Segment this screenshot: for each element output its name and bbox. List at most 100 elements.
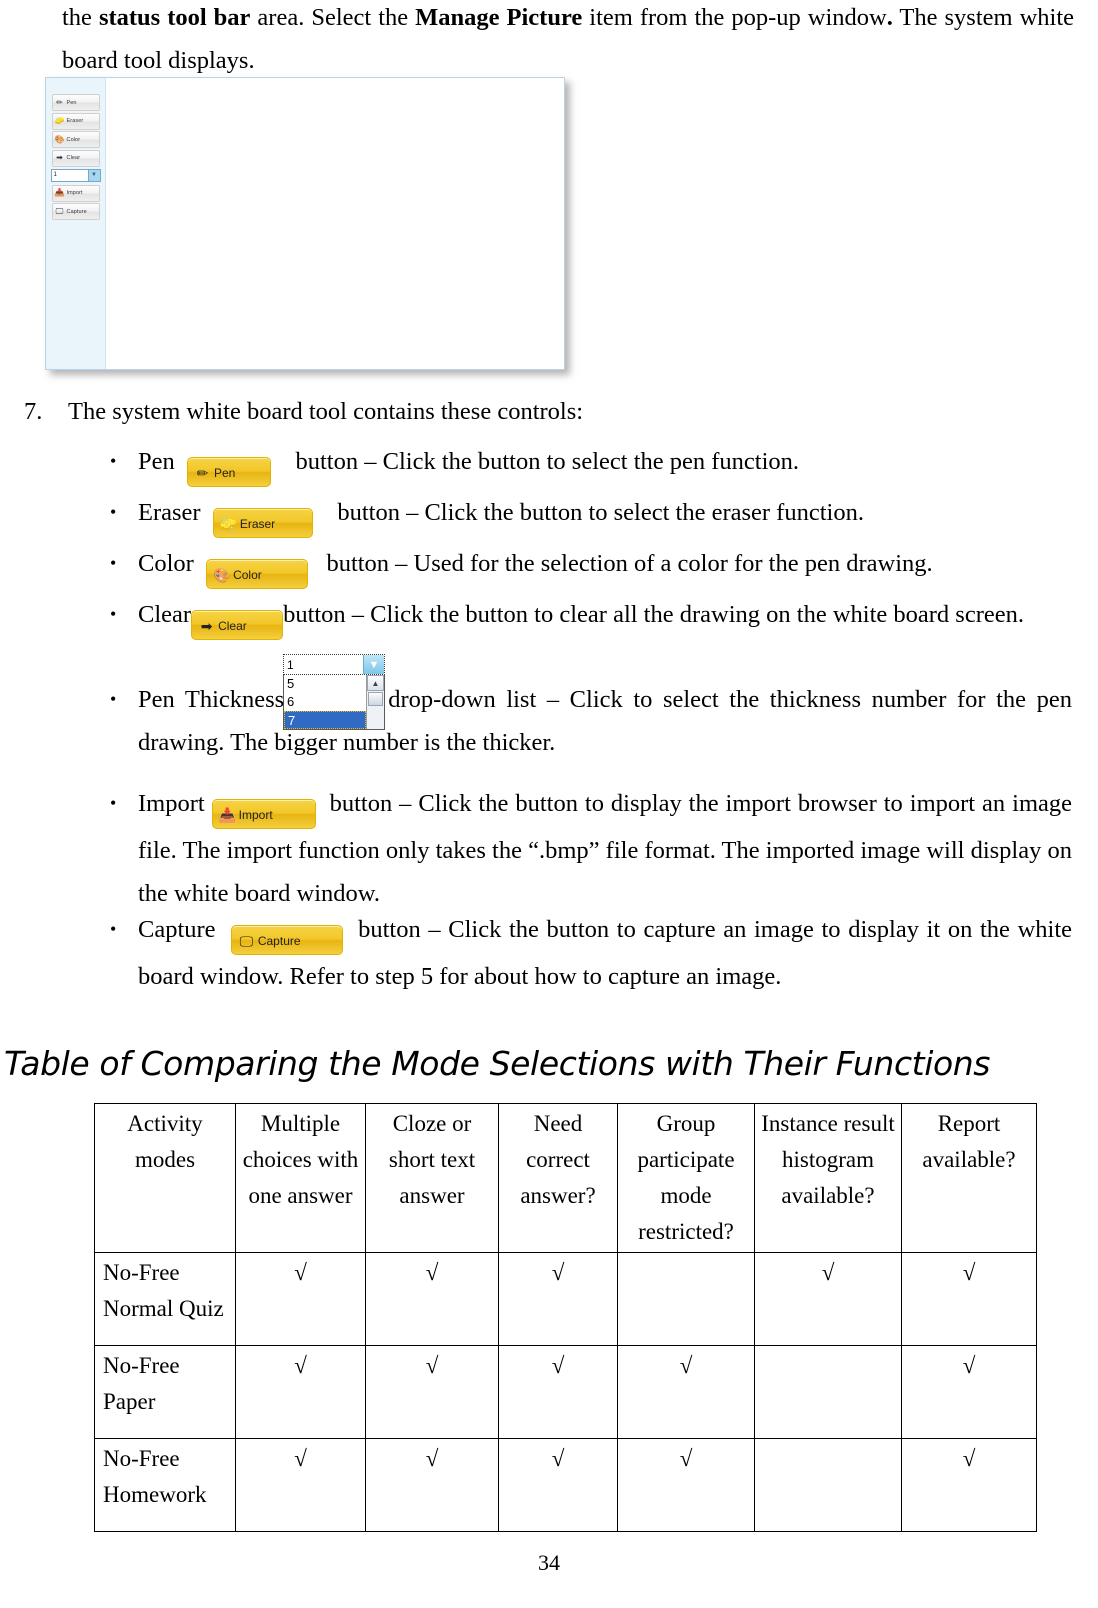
whiteboard-tool-screenshot: ✏ Pen 🧽 Eraser 🎨 Color ➡ Clear 1 ▼ 📥 Imp…	[45, 77, 565, 370]
intro-paragraph: the status tool bar area. Select the Man…	[62, 0, 1074, 82]
bullet-dot-icon: •	[110, 689, 117, 709]
pen-thickness-value: 1	[287, 657, 294, 672]
whiteboard-thickness-dropdown[interactable]: 1 ▼	[50, 168, 101, 182]
table-header: Activity modes Multiple choices with one…	[94, 1103, 1037, 1253]
bullet-color: • Color 🎨 Color button – Used for the sel…	[110, 542, 1098, 589]
row-label-no-free-paper: No-Free Paper	[94, 1345, 236, 1439]
table-row: No-Free Homework √ √ √ √ √	[94, 1438, 1037, 1532]
cell-check: √	[235, 1345, 366, 1439]
whiteboard-toolbar: ✏ Pen 🧽 Eraser 🎨 Color ➡ Clear 1 ▼ 📥 Imp…	[46, 78, 106, 369]
step-number: 7.	[24, 398, 43, 425]
bullet-capture: • Capture 🖵 Capture button – Click the bu…	[110, 908, 1072, 998]
import-button-figure[interactable]: 📥 Import	[211, 799, 316, 829]
page-number: 34	[538, 1550, 560, 1575]
cell-check: √	[365, 1252, 499, 1346]
color-palette-icon: 🎨	[213, 566, 231, 583]
cell-check: √	[365, 1345, 499, 1439]
table-row: No-Free Normal Quiz √ √ √ √ √	[94, 1252, 1037, 1346]
table-row: No-Free Paper √ √ √ √ √	[94, 1345, 1037, 1439]
chevron-down-icon[interactable]: ▼	[87, 169, 100, 181]
bullet-color-pre: Color	[138, 550, 194, 577]
whiteboard-pen-button[interactable]: ✏ Pen	[51, 94, 100, 111]
cell-check	[754, 1438, 902, 1532]
bullet-clear-text: Clear ➡ Clear button – Click the button to …	[138, 593, 1098, 640]
bullet-pen-thickness-pre: Pen Thickness	[138, 686, 285, 713]
whiteboard-capture-button[interactable]: 🖵 Capture	[51, 203, 100, 220]
capture-button-figure[interactable]: 🖵 Capture	[230, 925, 343, 955]
clear-arrow-icon: ➡	[200, 617, 213, 634]
cell-check: √	[754, 1252, 902, 1346]
clear-button-figure-label: Clear	[218, 618, 247, 633]
pen-icon: ✏	[56, 97, 63, 107]
intro-bold-status-tool-bar: status tool bar	[98, 4, 251, 31]
bullet-eraser-text: Eraser 🧽 Eraser button – Click the button…	[138, 491, 1098, 538]
column-header-multiple-choices: Multiple choices with one answer	[235, 1103, 366, 1253]
whiteboard-eraser-button[interactable]: 🧽 Eraser	[51, 112, 100, 130]
capture-icon: 🖵	[239, 932, 254, 949]
import-button-figure-label: Import	[238, 807, 273, 822]
clear-arrow-icon: ➡	[56, 153, 63, 162]
bullet-dot-icon: •	[110, 451, 117, 471]
cell-check: √	[235, 1438, 366, 1532]
cell-check: √	[365, 1438, 499, 1532]
color-button-figure[interactable]: 🎨 Color	[206, 559, 309, 589]
whiteboard-capture-label: Capture	[66, 208, 87, 215]
pen-thickness-field[interactable]: 1 ▼	[283, 654, 385, 675]
bullet-pen-thickness: • Pen Thickness drop-down list – Click t…	[110, 678, 1072, 764]
bullet-capture-text: Capture 🖵 Capture button – Click the butt…	[138, 908, 1072, 998]
intro-text-3: item from the pop-up window	[582, 4, 887, 31]
pen-icon: ✏	[196, 464, 209, 481]
bullet-dot-icon: •	[110, 793, 117, 813]
whiteboard-canvas[interactable]	[106, 78, 564, 369]
cell-check: √	[498, 1252, 618, 1346]
whiteboard-clear-button[interactable]: ➡ Clear	[51, 149, 100, 167]
cell-check	[754, 1345, 902, 1439]
eraser-button-figure-label: Eraser	[239, 516, 276, 531]
row-label-no-free-normal-quiz: No-Free Normal Quiz	[94, 1252, 236, 1346]
bullet-dot-icon: •	[110, 553, 117, 573]
column-header-instance-histogram: Instance result histogram available?	[754, 1103, 902, 1253]
mode-comparison-table: Activity modes Multiple choices with one…	[94, 1103, 1037, 1532]
bullet-eraser-post: button – Click the button to select the …	[337, 499, 864, 526]
cell-check: √	[901, 1438, 1037, 1532]
chevron-down-icon[interactable]: ▼	[363, 655, 384, 674]
cell-check: √	[498, 1438, 618, 1532]
bullet-capture-pre: Capture	[138, 916, 216, 943]
color-button-figure-label: Color	[233, 567, 262, 582]
bullet-dot-icon: •	[110, 919, 117, 939]
bullet-dot-icon: •	[110, 502, 117, 522]
bullet-pen-pre: Pen	[138, 448, 175, 475]
whiteboard-import-label: Import	[66, 190, 83, 196]
column-header-cloze-short-text: Cloze or short text answer	[365, 1103, 499, 1253]
whiteboard-eraser-label: Eraser	[66, 118, 84, 124]
column-header-activity-modes: Activity modes	[94, 1103, 236, 1253]
cell-check: √	[901, 1345, 1037, 1439]
capture-icon: 🖵	[55, 206, 64, 216]
pen-button-figure-label: Pen	[214, 465, 236, 480]
whiteboard-color-button[interactable]: 🎨 Color	[51, 131, 100, 148]
cell-check: √	[901, 1252, 1037, 1346]
bullet-pen-thickness-text: Pen Thickness drop-down list – Click to …	[138, 678, 1072, 764]
bullet-eraser-pre: Eraser	[138, 499, 201, 526]
whiteboard-color-label: Color	[66, 136, 81, 143]
document-page: the status tool bar area. Select the Man…	[0, 0, 1098, 1608]
whiteboard-import-button[interactable]: 📥 Import	[51, 184, 100, 202]
import-icon: 📥	[218, 806, 237, 823]
column-header-report-available: Report available?	[901, 1103, 1037, 1253]
bullet-pen: • Pen ✏ Pen button – Click the button to …	[110, 440, 1098, 487]
cell-check: √	[235, 1252, 366, 1346]
cell-check	[617, 1252, 755, 1346]
eraser-button-figure[interactable]: 🧽 Eraser	[212, 508, 313, 538]
intro-text-2: area. Select the	[250, 4, 416, 31]
bullet-pen-text: Pen ✏ Pen button – Click the button to se…	[138, 440, 1098, 487]
cell-check: √	[617, 1438, 755, 1532]
intro-bold-manage-picture: Manage Picture	[415, 4, 583, 31]
table-body: No-Free Normal Quiz √ √ √ √ √ No-Free Pa…	[94, 1252, 1037, 1532]
row-label-no-free-homework: No-Free Homework	[94, 1438, 236, 1532]
clear-button-figure[interactable]: ➡ Clear	[191, 610, 284, 640]
pen-button-figure[interactable]: ✏ Pen	[187, 457, 271, 487]
eraser-icon: 🧽	[54, 116, 65, 125]
column-header-need-correct-answer: Need correct answer?	[498, 1103, 618, 1253]
bullet-dot-icon: •	[110, 604, 117, 624]
whiteboard-pen-label: Pen	[66, 99, 77, 106]
